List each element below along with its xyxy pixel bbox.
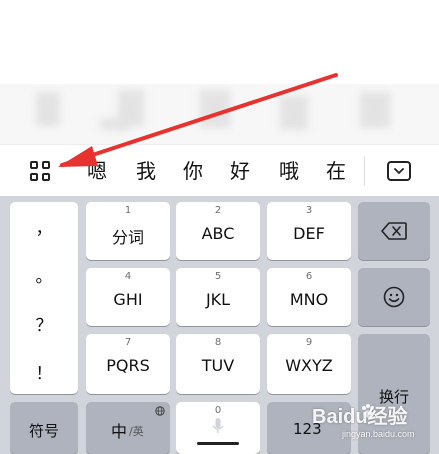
key-number: 7 <box>124 337 132 348</box>
key-label: MNO <box>289 290 329 309</box>
key-label: GHI <box>113 290 143 309</box>
key-number: 9 <box>305 337 313 348</box>
punctuation-column[interactable]: ， 。 ？ ！ <box>10 202 78 394</box>
key-number: 4 <box>124 271 132 282</box>
key-2-abc[interactable]: 2 ABC <box>176 202 260 260</box>
symbol-label: 符号 <box>28 422 59 440</box>
key-label: JKL <box>205 290 231 309</box>
backspace-icon <box>381 222 407 240</box>
key-label: PQRS <box>106 356 150 375</box>
blurred-thumbnail <box>280 96 308 130</box>
candidate-word-6[interactable]: 在 <box>326 157 346 185</box>
key-label: ABC <box>201 224 235 243</box>
key-9-wxyz[interactable]: 9 WXYZ <box>267 334 351 394</box>
candidate-word-2[interactable]: 我 <box>136 157 156 185</box>
lang-main-label: 中 <box>111 422 128 441</box>
key-number: 6 <box>305 271 313 282</box>
candidate-bar <box>0 144 439 197</box>
space-bar-indicator <box>197 442 239 445</box>
comma-key[interactable]: ， <box>10 214 78 239</box>
key-1-fenci[interactable]: 1 分词 <box>86 202 170 260</box>
lang-sub-label: /英 <box>129 425 144 438</box>
key-label: DEF <box>293 224 325 243</box>
key-number: 3 <box>305 205 313 216</box>
blurred-thumbnail <box>360 92 390 128</box>
key-8-tuv[interactable]: 8 TUV <box>176 334 260 394</box>
key-number: 1 <box>124 205 132 216</box>
key-number: 2 <box>214 205 222 216</box>
blurred-thumbnail <box>100 118 130 130</box>
key-number: 0 <box>214 405 222 416</box>
blurred-thumbnail <box>36 92 60 126</box>
grid-menu-icon[interactable] <box>30 161 54 185</box>
key-label: 分词 <box>111 228 144 247</box>
question-key[interactable]: ？ <box>10 311 78 336</box>
key-7-pqrs[interactable]: 7 PQRS <box>86 334 170 394</box>
blurred-thumbnail <box>200 90 230 128</box>
watermark-title: Baidu经验 <box>312 406 408 428</box>
globe-icon <box>155 406 165 416</box>
key-number: 5 <box>214 271 222 282</box>
candidate-word-1[interactable]: 嗯 <box>87 157 107 185</box>
key-label: WXYZ <box>285 356 333 375</box>
candidate-word-5[interactable]: 哦 <box>279 157 299 185</box>
candidate-separator <box>364 156 365 186</box>
candidate-word-3[interactable]: 你 <box>183 157 203 185</box>
key-4-ghi[interactable]: 4 GHI <box>86 268 170 326</box>
emoji-icon <box>383 286 405 308</box>
emoji-button[interactable] <box>358 268 430 326</box>
period-key[interactable]: 。 <box>10 262 78 287</box>
key-number: 8 <box>214 337 222 348</box>
blurred-suggestion-strip <box>0 84 439 144</box>
watermark-url: jingyan.baidu.com <box>342 429 415 439</box>
language-switch-button[interactable]: 中 /英 <box>86 402 170 454</box>
backspace-button[interactable] <box>358 202 430 260</box>
key-label: TUV <box>201 356 235 375</box>
key-6-mno[interactable]: 6 MNO <box>267 268 351 326</box>
baidu-watermark: Baidu经验 jingyan.baidu.com <box>312 398 436 452</box>
space-button[interactable]: 0 <box>176 402 260 454</box>
microphone-icon <box>212 418 224 433</box>
message-area <box>0 0 439 84</box>
key-5-jkl[interactable]: 5 JKL <box>176 268 260 326</box>
exclaim-key[interactable]: ！ <box>10 359 78 384</box>
key-3-def[interactable]: 3 DEF <box>267 202 351 260</box>
collapse-keyboard-icon[interactable] <box>387 161 411 181</box>
candidate-word-4[interactable]: 好 <box>230 157 250 185</box>
symbol-button[interactable]: 符号 <box>10 402 78 454</box>
